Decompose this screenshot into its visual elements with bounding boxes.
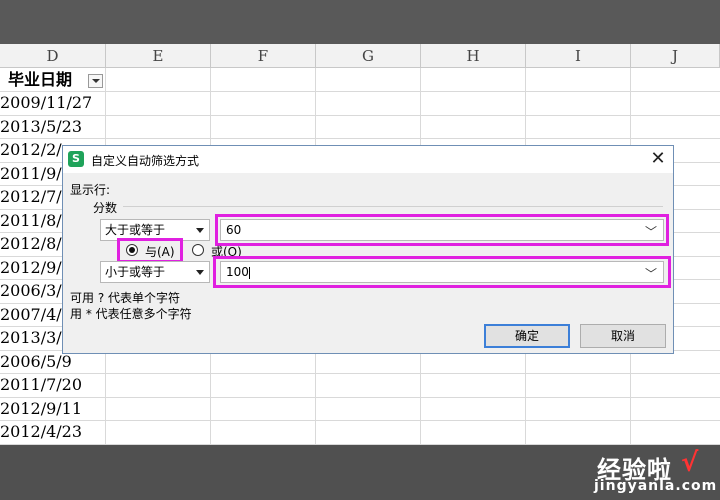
- grid-line: [0, 91, 720, 92]
- dropdown-arrow-icon: [196, 228, 204, 233]
- highlight-box: [213, 256, 671, 288]
- highlight-box: [117, 238, 183, 263]
- grid-line: [0, 396, 720, 398]
- close-icon[interactable]: ✕: [648, 148, 668, 170]
- dialog-titlebar: S 自定义自动筛选方式 ✕: [63, 146, 673, 173]
- grid-line: [0, 114, 720, 116]
- condition2-operator-select[interactable]: 小于或等于: [100, 261, 210, 283]
- cancel-button[interactable]: 取消: [580, 324, 666, 348]
- grid-line: [0, 420, 720, 421]
- column-header-g[interactable]: G: [316, 44, 421, 68]
- field-name-label: 分数: [93, 201, 118, 215]
- or-radio-button[interactable]: [192, 244, 204, 256]
- condition1-operator-value: 大于或等于: [105, 223, 166, 237]
- custom-autofilter-dialog: S 自定义自动筛选方式 ✕ 显示行: 分数 大于或等于 60 ﹀ 与(A) 或(…: [62, 145, 674, 354]
- ok-button[interactable]: 确定: [484, 324, 570, 348]
- condition2-operator-value: 小于或等于: [105, 265, 166, 279]
- top-bar: [0, 0, 720, 44]
- date-cell[interactable]: 2009/11/27: [0, 92, 105, 114]
- date-cell[interactable]: 2013/5/23: [0, 116, 105, 138]
- highlight-box: [215, 214, 669, 246]
- column-header-h[interactable]: H: [421, 44, 526, 68]
- dialog-title: 自定义自动筛选方式: [91, 154, 200, 168]
- grid-line: [0, 138, 720, 139]
- wildcard-hint-single: 可用 ? 代表单个字符: [70, 291, 180, 305]
- column-header-e[interactable]: E: [106, 44, 211, 68]
- column-header-d[interactable]: D: [0, 44, 106, 68]
- date-cell[interactable]: 2011/7/20: [0, 374, 105, 396]
- watermark-url: jingyanla.com: [594, 478, 718, 494]
- wps-app-icon: S: [68, 151, 84, 167]
- column-header-f[interactable]: F: [211, 44, 316, 68]
- group-divider: [123, 206, 663, 207]
- wildcard-hint-multi: 用 * 代表任意多个字符: [70, 307, 192, 321]
- show-rows-label: 显示行:: [70, 183, 111, 197]
- grid-line: [0, 373, 720, 374]
- dropdown-arrow-icon: [196, 270, 204, 275]
- date-cell[interactable]: 2012/4/23: [0, 421, 105, 443]
- checkmark-icon: √: [681, 448, 699, 478]
- date-cell[interactable]: 2012/9/11: [0, 398, 105, 420]
- column-header-j[interactable]: J: [631, 44, 720, 68]
- filter-dropdown-button[interactable]: [88, 74, 103, 88]
- column-header-i[interactable]: I: [526, 44, 631, 68]
